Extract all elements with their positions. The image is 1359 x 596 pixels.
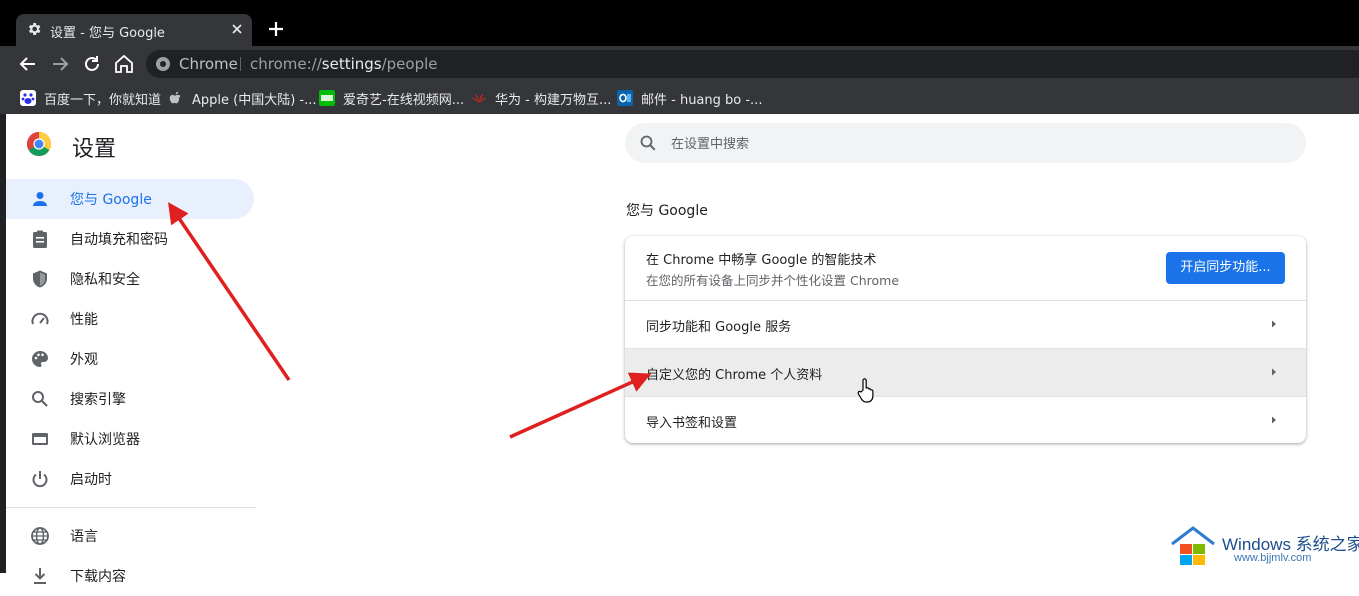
bookmark-label: 邮件 - huang bo -... — [641, 93, 763, 108]
browser-icon — [32, 433, 48, 445]
sidebar-item-label: 隐私和安全 — [70, 272, 140, 288]
sidebar-item-label: 下载内容 — [70, 569, 126, 585]
bookmark-label: 爱奇艺-在线视频网... — [343, 93, 465, 108]
site-chip: Chrome — [179, 55, 238, 73]
person-icon — [33, 192, 47, 206]
apple-icon — [169, 91, 181, 104]
tab-strip: 设置 - 您与 Google — [0, 0, 1359, 46]
clipboard-icon — [33, 230, 47, 248]
arrow-right-icon — [1272, 368, 1276, 376]
sidebar-item-autofill[interactable]: 自动填充和密码 — [6, 219, 254, 259]
watermark-url: www.bjjmlv.com — [1234, 552, 1312, 564]
power-icon — [32, 471, 48, 488]
sidebar-item-downloads[interactable]: 下载内容 — [6, 556, 254, 596]
url-scheme: chrome:// — [250, 55, 322, 73]
sidebar-item-search-engine[interactable]: 搜索引擎 — [6, 379, 254, 419]
sync-promo: 在 Chrome 中畅享 Google 的智能技术 在您的所有设备上同步并个性化… — [625, 236, 1306, 300]
search-icon — [32, 391, 48, 407]
windows-logo-icon — [1171, 526, 1215, 565]
hand-cursor-icon — [857, 378, 874, 403]
sidebar-item-you-and-google[interactable]: 您与 Google — [6, 179, 254, 219]
shield-icon — [33, 270, 47, 288]
forward-icon[interactable] — [48, 52, 72, 76]
sidebar-item-label: 默认浏览器 — [70, 432, 140, 448]
download-icon — [34, 568, 46, 584]
back-icon[interactable] — [16, 52, 40, 76]
row-label: 同步功能和 Google 服务 — [646, 320, 792, 335]
arrow-right-icon — [1272, 416, 1276, 424]
omnibox-separator — [240, 57, 241, 71]
sync-subtitle: 在您的所有设备上同步并个性化设置 Chrome — [646, 273, 900, 288]
sidebar-item-label: 自动填充和密码 — [70, 232, 168, 248]
close-icon[interactable] — [228, 20, 246, 38]
search-input[interactable] — [669, 133, 1273, 155]
bookmark-label: 华为 - 构建万物互... — [495, 93, 612, 108]
arrow-right-icon — [1272, 320, 1276, 328]
sidebar-item-on-startup[interactable]: 启动时 — [6, 459, 254, 499]
settings-search — [625, 123, 1306, 163]
people-card: 在 Chrome 中畅享 Google 的智能技术 在您的所有设备上同步并个性化… — [625, 236, 1306, 443]
address-bar[interactable]: Chrome chrome://settings/people — [146, 50, 1359, 78]
gear-icon — [28, 23, 41, 35]
bookmark-label: 百度一下，你就知道 — [44, 93, 162, 108]
reload-icon[interactable] — [80, 52, 104, 76]
chrome-logo-icon — [26, 132, 52, 157]
outlook-icon — [617, 90, 633, 106]
row-import-bookmarks[interactable]: 导入书签和设置 — [625, 396, 1306, 443]
sidebar-item-label: 性能 — [70, 312, 98, 328]
toolbar: Chrome chrome://settings/people — [0, 46, 1359, 82]
sidebar-item-label: 启动时 — [70, 472, 112, 488]
url-host: settings — [321, 55, 382, 73]
huawei-icon — [472, 94, 486, 103]
turn-on-sync-button[interactable]: 开启同步功能... — [1166, 252, 1285, 284]
chrome-site-icon — [156, 57, 170, 71]
sidebar-item-default-browser[interactable]: 默认浏览器 — [6, 419, 254, 459]
sidebar-divider — [6, 507, 256, 508]
bookmarks-bar: 百度一下，你就知道 Apple (中国大陆) -... 爱奇艺-在线视频网...… — [0, 82, 1359, 114]
tab-settings[interactable]: 设置 - 您与 Google — [16, 14, 252, 46]
url-path: /people — [381, 55, 438, 73]
sync-title: 在 Chrome 中畅享 Google 的智能技术 — [646, 253, 877, 268]
home-icon[interactable] — [112, 52, 136, 76]
bookmark-label: Apple (中国大陆) -... — [192, 93, 317, 108]
url-text: chrome://settings/people — [250, 55, 438, 73]
sidebar-item-performance[interactable]: 性能 — [6, 299, 254, 339]
search-icon — [640, 135, 656, 151]
row-label: 自定义您的 Chrome 个人资料 — [646, 368, 823, 383]
sidebar-item-privacy[interactable]: 隐私和安全 — [6, 259, 254, 299]
tab-title: 设置 - 您与 Google — [50, 26, 165, 41]
section-title: 您与 Google — [626, 203, 708, 219]
sidebar-item-label: 搜索引擎 — [70, 392, 126, 408]
new-tab-icon[interactable] — [264, 17, 288, 41]
baidu-icon — [20, 90, 36, 106]
globe-icon — [31, 527, 49, 545]
sidebar-item-label: 语言 — [70, 529, 98, 545]
row-label: 导入书签和设置 — [646, 416, 738, 431]
settings-title: 设置 — [72, 137, 117, 162]
sidebar-item-label: 您与 Google — [70, 192, 152, 208]
speedometer-icon — [31, 312, 49, 325]
row-sync-services[interactable]: 同步功能和 Google 服务 — [625, 300, 1306, 348]
sidebar-item-languages[interactable]: 语言 — [6, 516, 254, 556]
iqiyi-icon — [319, 90, 335, 106]
row-customize-profile[interactable]: 自定义您的 Chrome 个人资料 — [625, 348, 1306, 396]
sidebar-item-appearance[interactable]: 外观 — [6, 339, 254, 379]
watermark: Windows 系统之家 www.bjjmlv.com — [1170, 522, 1359, 570]
palette-icon — [32, 351, 48, 367]
sidebar-item-label: 外观 — [70, 352, 98, 368]
